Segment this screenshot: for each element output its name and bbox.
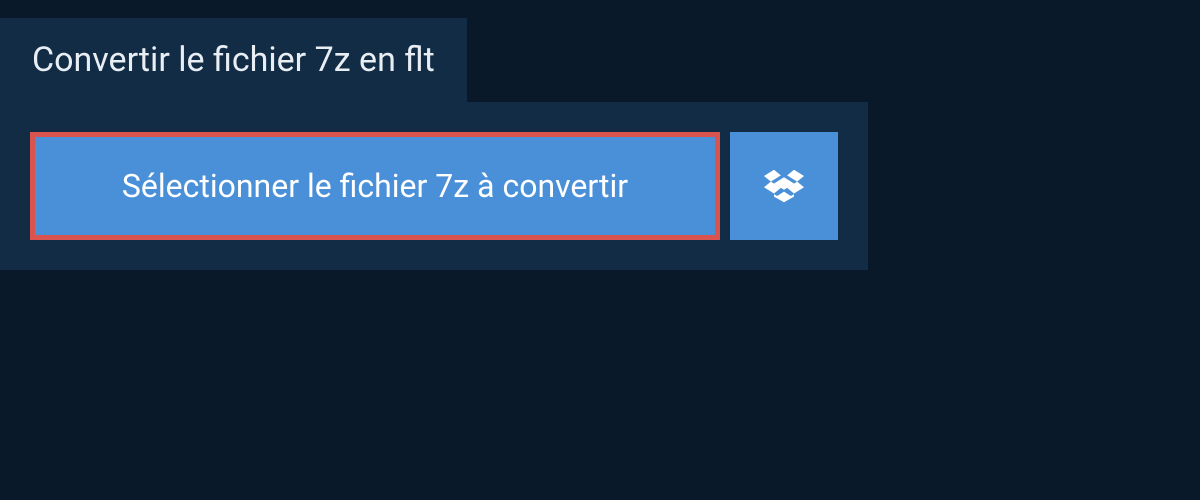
select-file-label: Sélectionner le fichier 7z à convertir xyxy=(122,167,628,205)
header-tab: Convertir le fichier 7z en flt xyxy=(0,18,467,102)
select-file-button[interactable]: Sélectionner le fichier 7z à convertir xyxy=(30,132,720,240)
dropbox-button[interactable] xyxy=(730,132,838,240)
dropbox-icon xyxy=(764,166,804,206)
upload-panel: Sélectionner le fichier 7z à convertir xyxy=(0,102,868,270)
page-title: Convertir le fichier 7z en flt xyxy=(32,40,435,80)
